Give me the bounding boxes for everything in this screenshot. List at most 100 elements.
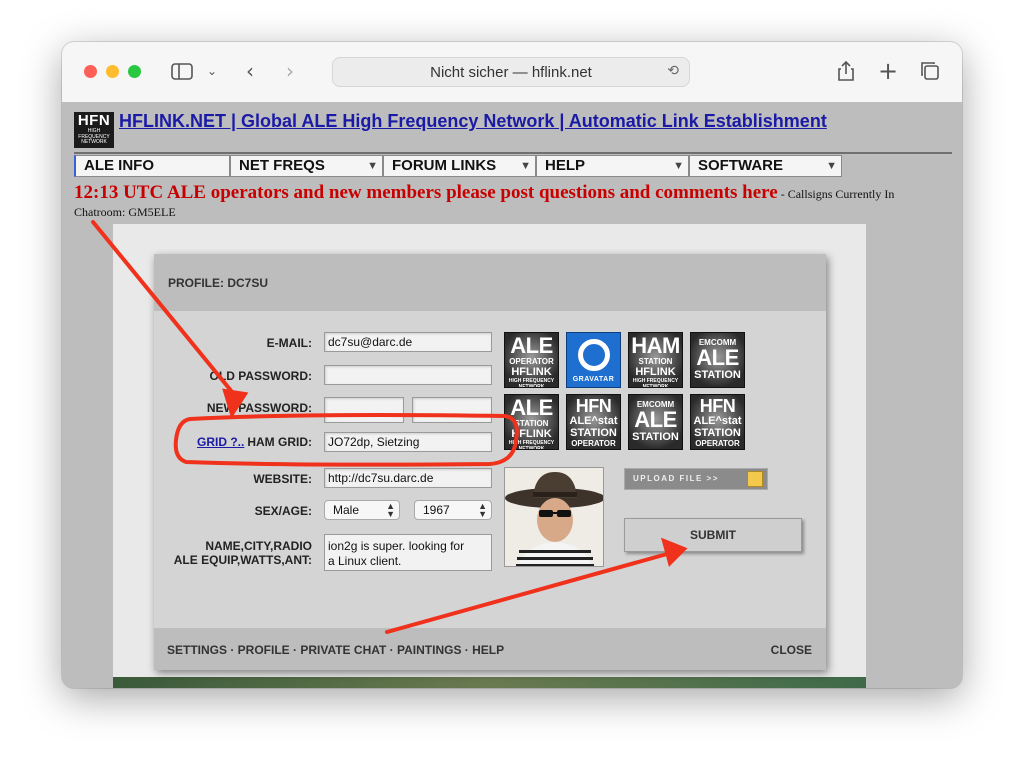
close-button[interactable]: CLOSE bbox=[771, 643, 812, 657]
sex-select[interactable]: Male ▲ ▼ bbox=[324, 500, 400, 520]
old-password-label: OLD PASSWORD: bbox=[209, 369, 312, 383]
close-window-button[interactable] bbox=[84, 65, 97, 78]
browser-window: ⌄ ‹ › Nicht sicher — hflink.net ⟲ + HFN … bbox=[62, 42, 962, 688]
badge-mid: STATION bbox=[638, 357, 673, 366]
badge-line3: STATION bbox=[694, 427, 741, 439]
new-password-label: NEW PASSWORD: bbox=[206, 401, 312, 415]
badge-line3: HFLINK bbox=[511, 428, 552, 440]
menu-label: NET FREQS bbox=[239, 157, 325, 174]
grid-help-link[interactable]: GRID ?.. bbox=[197, 435, 244, 449]
menu-label: ALE INFO bbox=[84, 157, 154, 174]
submit-button[interactable]: SUBMIT bbox=[624, 518, 802, 552]
gravatar-label: GRAVATAR bbox=[572, 376, 615, 383]
chevron-down-icon[interactable]: ⌄ bbox=[204, 58, 220, 84]
logo-text: HFN bbox=[77, 112, 111, 129]
email-field[interactable]: dc7su@darc.de bbox=[324, 332, 492, 352]
stepper-icon: ▲ ▼ bbox=[478, 501, 487, 519]
badge-mid: STATION bbox=[514, 419, 549, 428]
badge-line4: OPERATOR bbox=[695, 439, 740, 448]
badge-line4: OPERATOR bbox=[571, 439, 616, 448]
badge-mid: ALE^stat bbox=[569, 415, 618, 427]
dropdown-arrow-icon: ▼ bbox=[826, 160, 837, 172]
old-password-field[interactable] bbox=[324, 365, 492, 385]
forward-icon[interactable]: › bbox=[280, 58, 300, 84]
profile-photo bbox=[504, 467, 604, 567]
badge-big: ALE bbox=[696, 345, 739, 370]
badge-big: ALE bbox=[510, 395, 553, 420]
menu-software[interactable]: SOFTWARE ▼ bbox=[689, 155, 842, 177]
badge-line3: STATION bbox=[632, 431, 679, 443]
hfn-alestat-badge[interactable]: HFN ALE^stat STATION OPERATOR bbox=[566, 394, 621, 450]
name-city-label-1: NAME,CITY,RADIO bbox=[205, 539, 312, 553]
about-line-1: ion2g is super. looking for bbox=[328, 539, 465, 553]
badge-line3: STATION bbox=[570, 427, 617, 439]
dialog-footer: SETTINGS · PROFILE · PRIVATE CHAT · PAIN… bbox=[154, 628, 826, 670]
emcomm-ale-badge[interactable]: EMCOMM ALE STATION bbox=[690, 332, 745, 388]
browser-toolbar: ⌄ ‹ › Nicht sicher — hflink.net ⟲ + bbox=[62, 42, 962, 103]
marquee-line2: Chatroom: GM5ELE bbox=[74, 205, 176, 219]
ham-station-badge[interactable]: HAM STATION HFLINK HIGH FREQUENCY NETWOR… bbox=[628, 332, 683, 388]
minimize-window-button[interactable] bbox=[106, 65, 119, 78]
badge-line3: HFLINK bbox=[635, 366, 676, 378]
badge-big: HFN bbox=[575, 396, 612, 416]
menu-forum-links[interactable]: FORUM LINKS ▼ bbox=[383, 155, 536, 177]
footer-links[interactable]: SETTINGS · PROFILE · PRIVATE CHAT · PAIN… bbox=[167, 643, 504, 657]
address-text: Nicht sicher — hflink.net bbox=[430, 64, 592, 81]
menu-label: HELP bbox=[545, 157, 586, 174]
address-bar[interactable]: Nicht sicher — hflink.net ⟲ bbox=[332, 57, 690, 87]
hfn-alestat-badge-2[interactable]: HFN ALE^stat STATION OPERATOR bbox=[690, 394, 745, 450]
new-tab-icon[interactable]: + bbox=[876, 57, 900, 85]
hfn-logo[interactable]: HFN HIGH FREQUENCY NETWORK bbox=[74, 112, 114, 148]
profile-dialog: PROFILE: DC7SU E-MAIL: dc7su@darc.de OLD… bbox=[154, 254, 826, 670]
site-title-link[interactable]: HFLINK.NET | Global ALE High Frequency N… bbox=[119, 111, 827, 132]
folder-icon bbox=[747, 471, 763, 487]
badge-line3: HFLINK bbox=[511, 366, 552, 378]
sex-value: Male bbox=[333, 503, 360, 517]
tab-overview-icon[interactable] bbox=[918, 58, 942, 84]
badge-line3: STATION bbox=[694, 369, 741, 381]
badge-mid: OPERATOR bbox=[509, 357, 554, 366]
dropdown-arrow-icon: ▼ bbox=[520, 160, 531, 172]
about-line-2: a Linux client. bbox=[328, 554, 402, 568]
menu-help[interactable]: HELP ▼ bbox=[536, 155, 689, 177]
share-icon[interactable] bbox=[834, 58, 858, 84]
website-label: WEBSITE: bbox=[253, 472, 312, 486]
ale-station-badge[interactable]: ALE STATION HFLINK HIGH FREQUENCY NETWOR… bbox=[504, 394, 559, 450]
upload-label: UPLOAD FILE >> bbox=[633, 474, 719, 483]
marquee-suffix: - Callsigns Currently In bbox=[777, 187, 895, 201]
new-password-field[interactable] bbox=[324, 397, 404, 423]
ham-grid-field[interactable]: JO72dp, Sietzing bbox=[324, 432, 492, 452]
badge-big: ALE bbox=[510, 333, 553, 358]
badge-big: ALE bbox=[634, 407, 677, 432]
age-select[interactable]: 1967 ▲ ▼ bbox=[414, 500, 492, 520]
about-textarea[interactable]: ion2g is super. looking for a Linux clie… bbox=[324, 534, 492, 571]
translate-reload-icon[interactable]: ⟲ bbox=[667, 63, 679, 79]
email-label: E-MAIL: bbox=[266, 336, 312, 350]
menu-ale-info[interactable]: ALE INFO bbox=[74, 155, 230, 177]
badge-small: HIGH FREQUENCY NETWORK bbox=[632, 378, 679, 388]
marquee-main: 12:13 UTC ALE operators and new members … bbox=[74, 182, 778, 203]
web-page: HFN HIGH FREQUENCY NETWORK HFLINK.NET | … bbox=[62, 102, 962, 688]
dropdown-arrow-icon: ▼ bbox=[673, 160, 684, 172]
header-divider bbox=[74, 152, 952, 154]
upload-file-button[interactable]: UPLOAD FILE >> bbox=[624, 468, 768, 490]
website-field[interactable]: http://dc7su.darc.de bbox=[324, 468, 492, 488]
map-strip bbox=[113, 677, 866, 688]
back-icon[interactable]: ‹ bbox=[240, 58, 260, 84]
stepper-icon: ▲ ▼ bbox=[386, 501, 395, 519]
confirm-password-field[interactable] bbox=[412, 397, 492, 423]
emcomm-ale-badge-2[interactable]: EMCOMM ALE STATION bbox=[628, 394, 683, 450]
ale-operator-badge[interactable]: ALE OPERATOR HFLINK HIGH FREQUENCY NETWO… bbox=[504, 332, 559, 388]
chat-marquee: 12:13 UTC ALE operators and new members … bbox=[74, 182, 954, 219]
badge-big: HAM bbox=[631, 333, 680, 358]
gravatar-icon bbox=[578, 339, 610, 371]
name-city-label-2: ALE EQUIP,WATTS,ANT: bbox=[173, 553, 312, 567]
dialog-title: PROFILE: DC7SU bbox=[168, 276, 269, 290]
badge-small: HIGH FREQUENCY NETWORK bbox=[508, 440, 555, 450]
sidebar-icon[interactable] bbox=[170, 58, 194, 84]
menu-net-freqs[interactable]: NET FREQS ▼ bbox=[230, 155, 383, 177]
badge-small: HIGH FREQUENCY NETWORK bbox=[508, 378, 555, 388]
gravatar-badge[interactable]: GRAVATAR bbox=[566, 332, 621, 388]
zoom-window-button[interactable] bbox=[128, 65, 141, 78]
ham-grid-label: HAM GRID: bbox=[247, 435, 312, 449]
